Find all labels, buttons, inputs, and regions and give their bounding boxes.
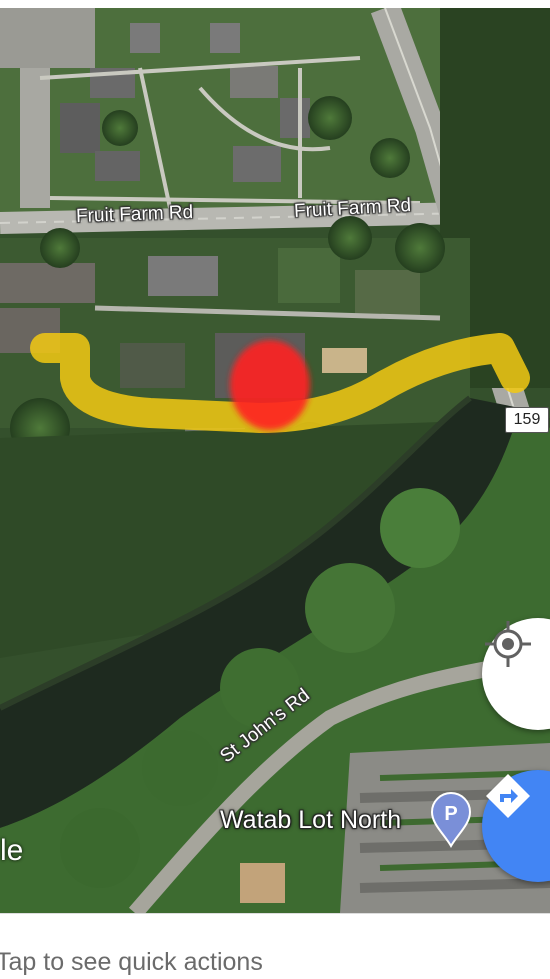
maps-app: Fruit Farm Rd Fruit Farm Rd St John's Rd… xyxy=(0,0,550,979)
highway-shield: 159 xyxy=(505,407,549,433)
road-label-fruit-farm-west: Fruit Farm Rd xyxy=(75,201,194,228)
map-logo-fragment: le xyxy=(0,834,24,867)
crosshair-icon xyxy=(485,621,531,667)
map-imagery xyxy=(0,8,550,913)
quick-actions-hint[interactable]: Tap to see quick actions xyxy=(0,948,263,977)
satellite-map[interactable]: Fruit Farm Rd Fruit Farm Rd St John's Rd… xyxy=(0,8,550,913)
directions-icon xyxy=(486,774,530,818)
bottom-sheet[interactable]: Tap to see quick actions xyxy=(0,913,550,979)
place-label-parking[interactable]: Watab Lot North xyxy=(220,806,401,835)
svg-text:P: P xyxy=(444,803,457,825)
